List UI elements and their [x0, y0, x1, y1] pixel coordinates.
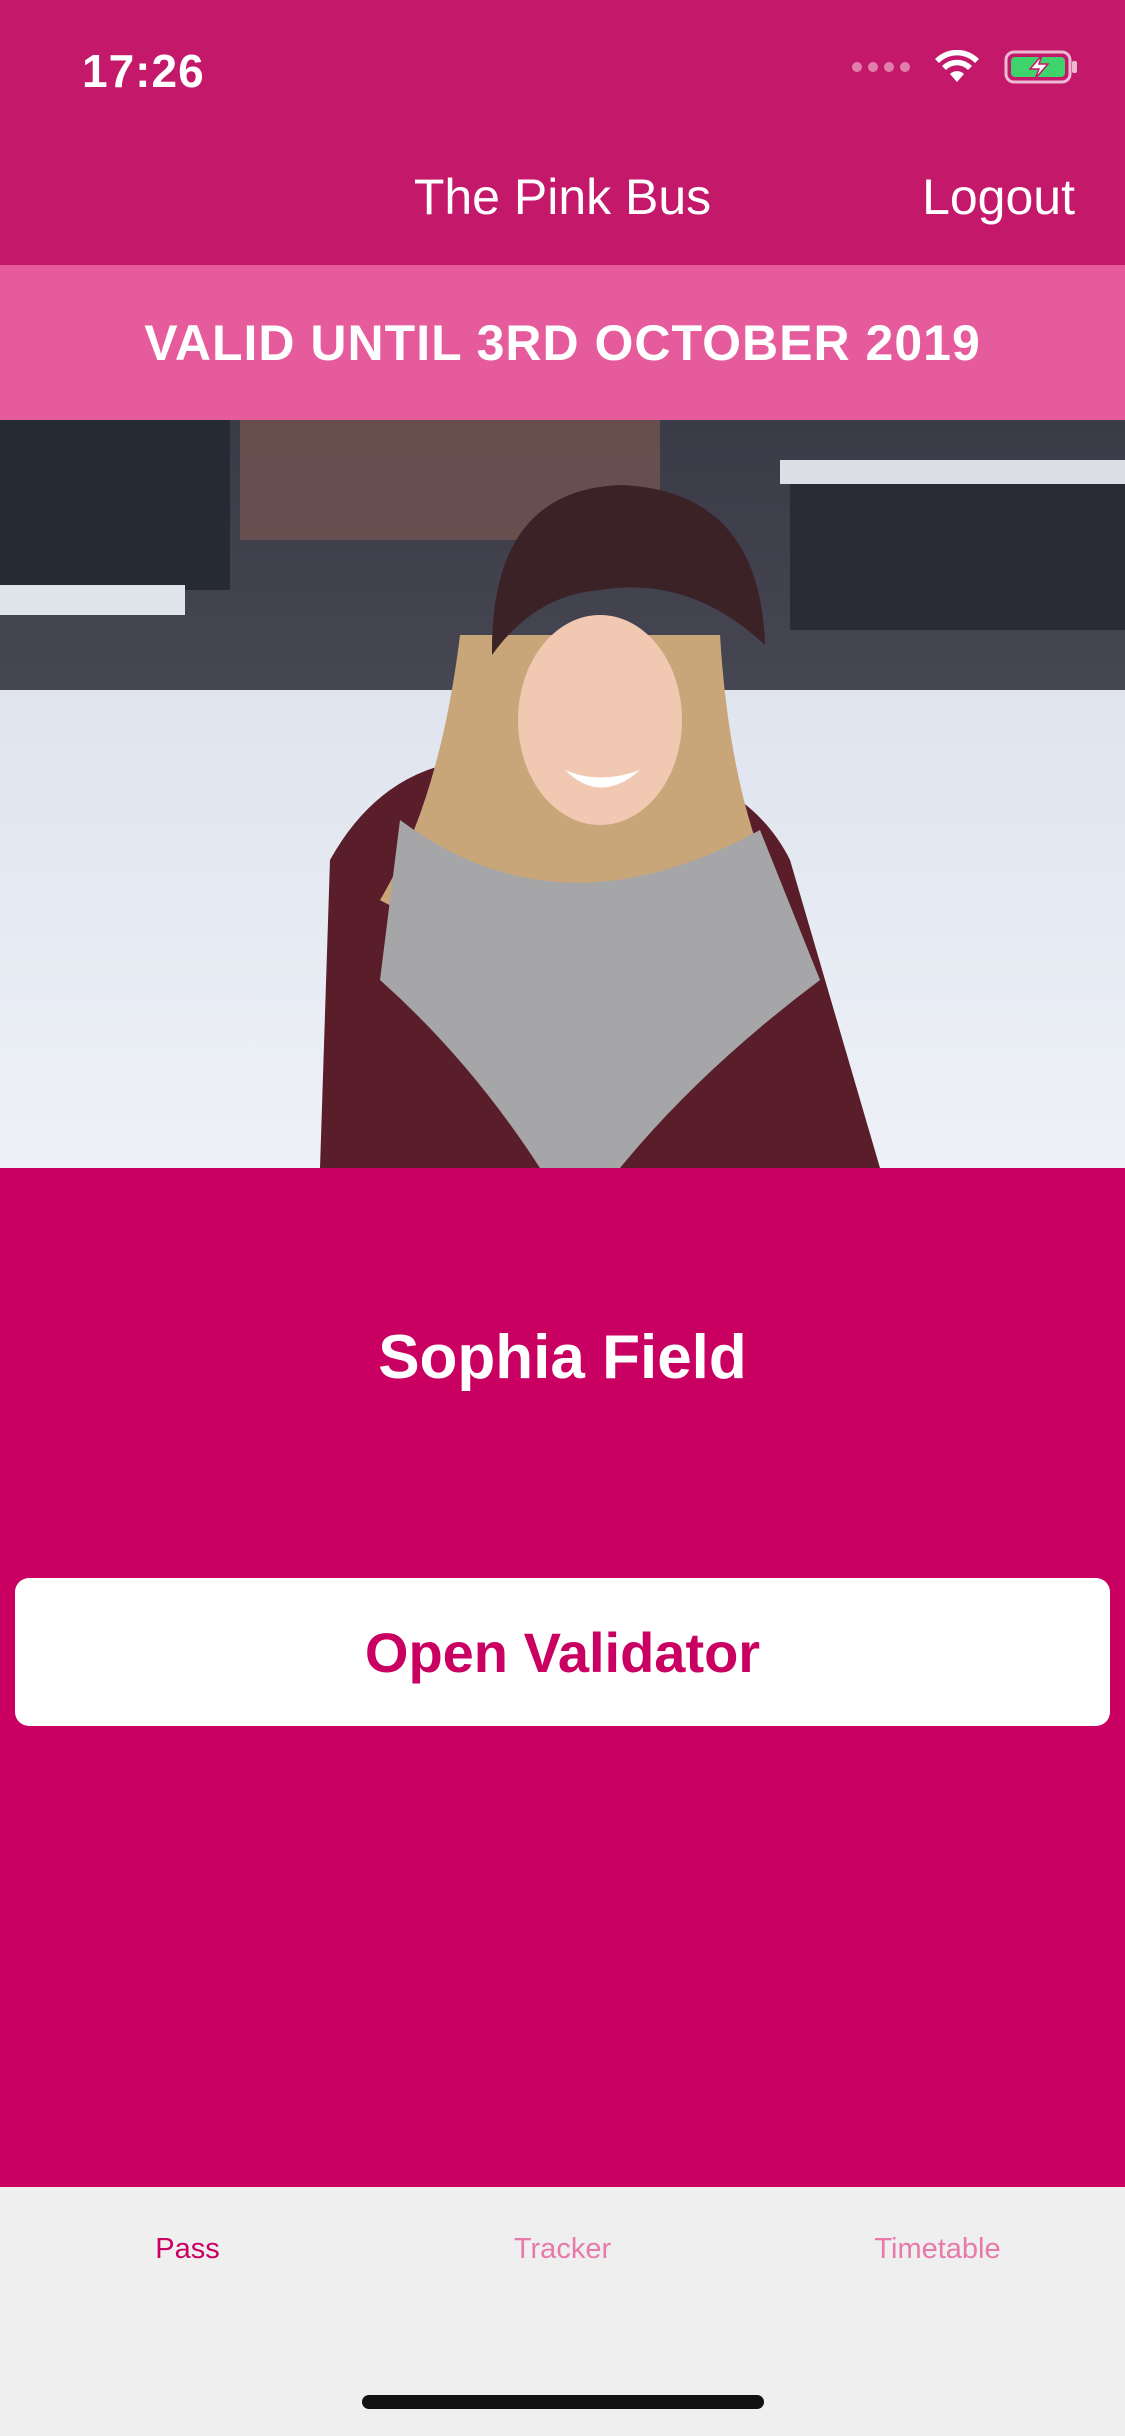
- status-time: 17:26: [82, 45, 205, 97]
- home-indicator[interactable]: [362, 2395, 764, 2409]
- wifi-icon: [935, 50, 979, 82]
- logout-button[interactable]: Logout: [922, 168, 1075, 226]
- open-validator-button[interactable]: Open Validator: [15, 1578, 1110, 1726]
- open-validator-label: Open Validator: [364, 1620, 761, 1684]
- tab-pass[interactable]: Pass: [0, 2233, 375, 2266]
- status-icons: [852, 44, 1080, 90]
- signal-dots-icon: [852, 62, 910, 72]
- tab-timetable[interactable]: Timetable: [750, 2233, 1125, 2266]
- battery-charging-icon: [1004, 50, 1077, 84]
- pass-photo: [0, 420, 1125, 1168]
- header: 17:26 The Pink Bus Logout: [0, 0, 1125, 265]
- pass-holder-name: Sophia Field: [378, 1323, 747, 1392]
- validity-text: VALID UNTIL 3RD OCTOBER 2019: [144, 314, 981, 371]
- tab-tracker[interactable]: Tracker: [375, 2233, 750, 2266]
- validity-banner: VALID UNTIL 3RD OCTOBER 2019: [0, 265, 1125, 420]
